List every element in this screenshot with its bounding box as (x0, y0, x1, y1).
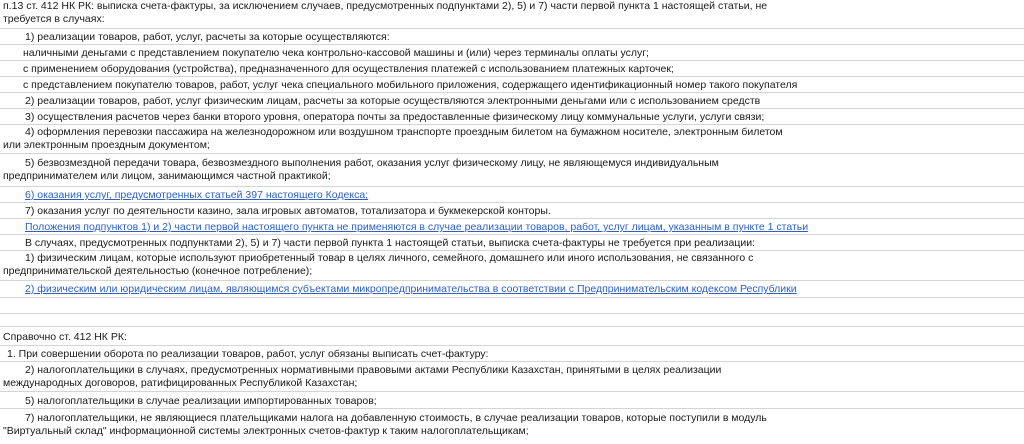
sub-2-link[interactable]: 2) физическим или юридическим лицам, явл… (3, 283, 1024, 296)
cell-empty-1[interactable] (0, 298, 1024, 314)
cell-item-1[interactable]: 1) реализации товаров, работ, услуг, рас… (0, 29, 1024, 45)
ref-item-2-line-1: 2) налогоплательщики в случаях, предусмо… (25, 364, 722, 376)
cell-item-4[interactable]: 4) оформления перевозки пассажира на жел… (0, 125, 1024, 154)
header-line-2: требуется в случаях: (3, 13, 105, 25)
ref-item-5-text: 5) налогоплательщики в случае реализации… (25, 395, 377, 407)
cell-sub-1[interactable]: 1) физическим лицам, которые используют … (0, 251, 1024, 281)
item-7-text: 7) оказания услуг по деятельности казино… (25, 205, 551, 217)
cell-ref-item-1[interactable]: 1. При совершении оборота по реализации … (0, 346, 1024, 362)
cell-ref-item-7[interactable]: 7) налогоплательщики, не являющиеся плат… (0, 409, 1024, 444)
item-1a-text: наличными деньгами с представлением поку… (23, 47, 649, 59)
item-2-text: 2) реализации товаров, работ, услуг физи… (25, 95, 761, 107)
ref-item-1-text: 1. При совершении оборота по реализации … (7, 348, 489, 360)
cell-item-3[interactable]: 3) осуществления расчетов через банки вт… (0, 109, 1024, 125)
header-line-1: п.13 ст. 412 НК РК: выписка счета-фактур… (3, 0, 768, 12)
cell-provisions[interactable]: Положения подпунктов 1) и 2) части перво… (0, 219, 1024, 235)
cell-ref-item-2[interactable]: 2) налогоплательщики в случаях, предусмо… (0, 362, 1024, 392)
item-5-line-2: предпринимателем или лицом, занимающимся… (3, 170, 331, 182)
cell-cases[interactable]: В случаях, предусмотренных подпунктами 2… (0, 235, 1024, 251)
cell-reference-header[interactable]: Справочно ст. 412 НК РК: (0, 327, 1024, 346)
item-4-line-1: 4) оформления перевозки пассажира на жел… (25, 126, 783, 138)
item-5-line-1: 5) безвозмездной передачи товара, безвоз… (25, 157, 719, 169)
sub-1-line-1: 1) физическим лицам, которые используют … (25, 252, 754, 264)
ref-item-7-line-1: 7) налогоплательщики, не являющиеся плат… (25, 412, 767, 424)
item-1c-text: с представлением покупателю товаров, раб… (23, 79, 798, 91)
provisions-link[interactable]: Положения подпунктов 1) и 2) части перво… (3, 221, 1024, 234)
item-1-text: 1) реализации товаров, работ, услуг, рас… (25, 31, 390, 43)
cell-item-1c[interactable]: с представлением покупателю товаров, раб… (0, 77, 1024, 93)
cell-item-5[interactable]: 5) безвозмездной передачи товара, безвоз… (0, 154, 1024, 187)
ref-item-2-line-2: международных договоров, ратифицированны… (3, 377, 358, 389)
item-1b-text: с применением оборудования (устройства),… (23, 63, 674, 75)
cell-item-7[interactable]: 7) оказания услуг по деятельности казино… (0, 203, 1024, 219)
cases-text: В случаях, предусмотренных подпунктами 2… (25, 237, 755, 249)
cell-item-2[interactable]: 2) реализации товаров, работ, услуг физи… (0, 93, 1024, 109)
ref-item-7-line-2: "Виртуальный склад" информационной систе… (3, 425, 529, 437)
cell-item-1a[interactable]: наличными деньгами с представлением поку… (0, 45, 1024, 61)
item-4-line-2: или электронным проездным документом; (3, 139, 210, 151)
cell-sub-2[interactable]: 2) физическим или юридическим лицам, явл… (0, 281, 1024, 298)
sub-1-line-2: предпринимательской деятельностью (конеч… (3, 265, 313, 277)
spreadsheet-sheet: п.13 ст. 412 НК РК: выписка счета-фактур… (0, 0, 1024, 444)
item-3-text: 3) осуществления расчетов через банки вт… (25, 111, 765, 123)
cell-empty-2[interactable] (0, 314, 1024, 327)
cell-header[interactable]: п.13 ст. 412 НК РК: выписка счета-фактур… (0, 0, 1024, 29)
item-6-link[interactable]: 6) оказания услуг, предусмотренных стать… (3, 189, 1024, 202)
cell-item-1b[interactable]: с применением оборудования (устройства),… (0, 61, 1024, 77)
cell-item-6[interactable]: 6) оказания услуг, предусмотренных стать… (0, 187, 1024, 203)
reference-header: Справочно ст. 412 НК РК: (3, 331, 127, 343)
cell-ref-item-5[interactable]: 5) налогоплательщики в случае реализации… (0, 392, 1024, 409)
